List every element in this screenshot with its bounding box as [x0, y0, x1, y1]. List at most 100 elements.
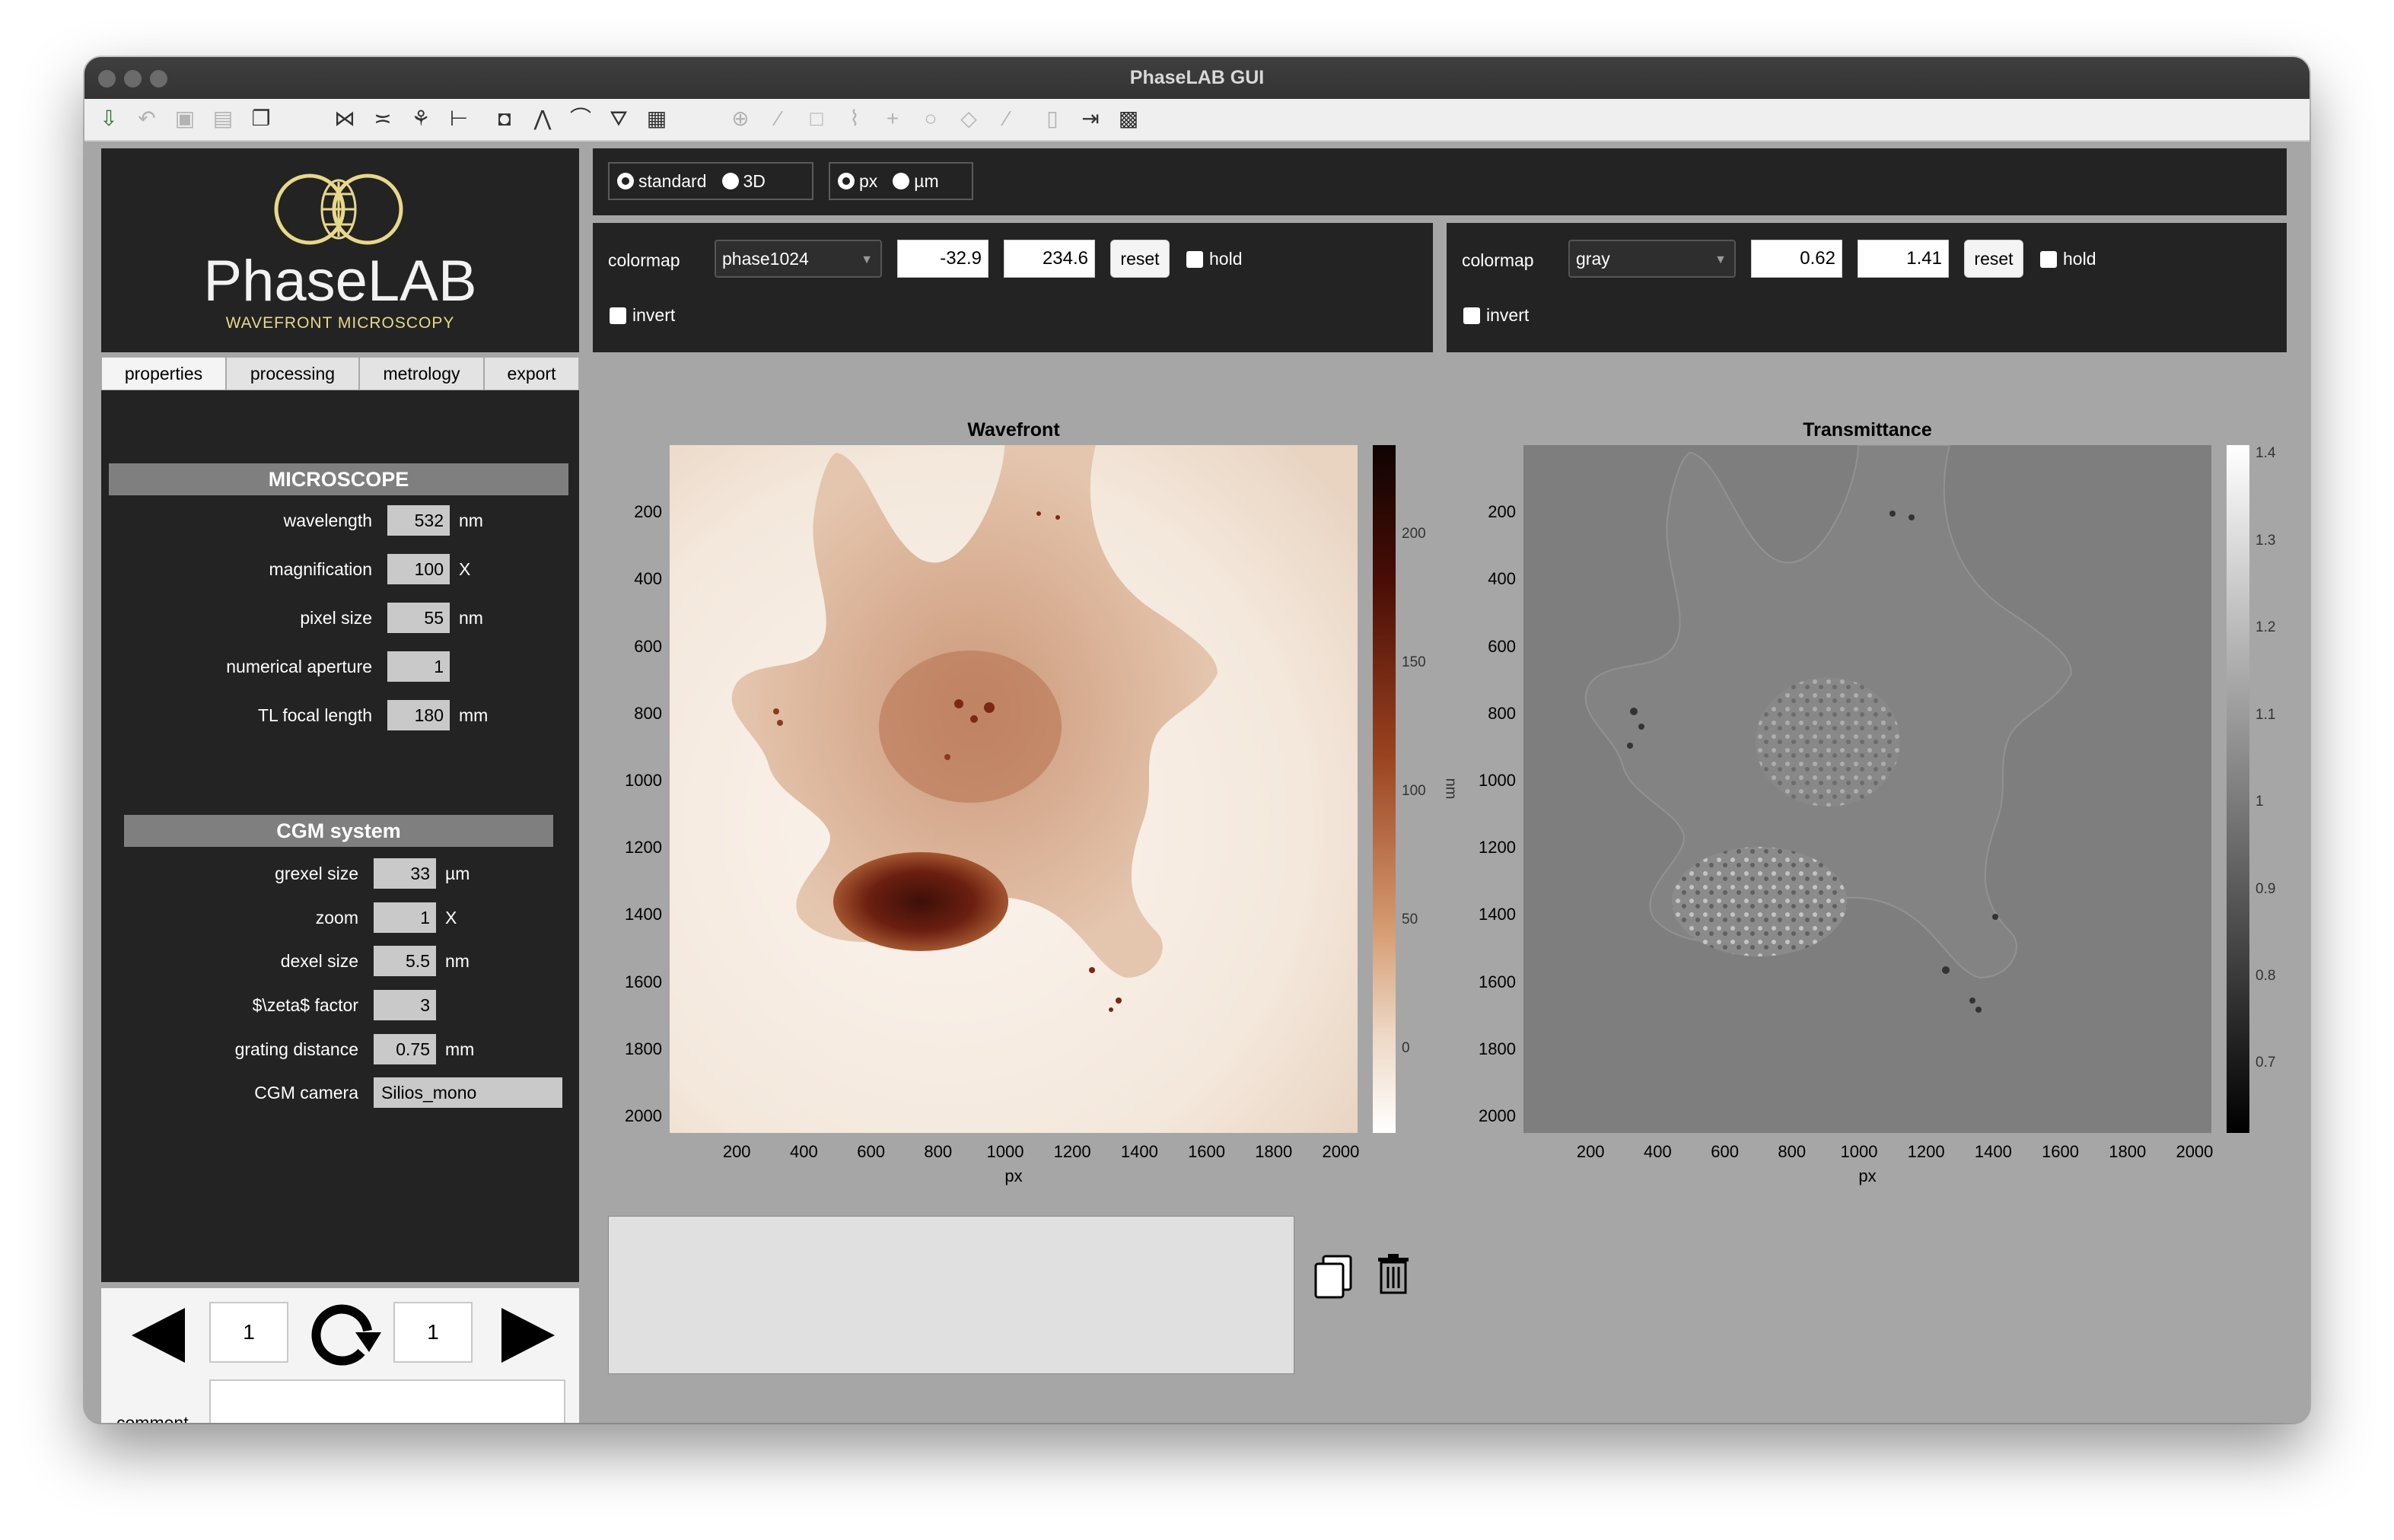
grating-label: grating distance	[234, 1039, 358, 1059]
crosshair-icon[interactable]: ⊕	[727, 105, 754, 132]
logo-name: PhaseLAB	[203, 249, 476, 313]
wavefront-y-tick: 800	[634, 703, 662, 723]
radio-um-dot	[893, 173, 910, 189]
save-icon[interactable]: ▣	[171, 105, 199, 132]
transmittance-hold-box	[2040, 250, 2057, 268]
zoom-input[interactable]: 1	[374, 902, 436, 933]
tab-processing[interactable]: processing	[226, 357, 359, 390]
grexel-input[interactable]: 33	[374, 858, 436, 889]
wavefront-colormap-panel: colormap phase1024 ▼ -32.9 234.6 reset h…	[593, 223, 1433, 352]
polygon-icon[interactable]: ◇	[955, 105, 982, 132]
comment-label: comment	[116, 1413, 189, 1423]
wavefront-invert-checkbox[interactable]: invert	[610, 305, 675, 326]
pixel-size-unit: nm	[459, 607, 483, 628]
log-text-area[interactable]	[608, 1216, 1294, 1374]
trash-icon[interactable]	[1377, 1253, 1410, 1294]
wavefront-colorbar-label: nm	[1442, 778, 1460, 800]
radio-3d[interactable]: 3D	[721, 171, 766, 192]
magnification-input[interactable]: 100	[387, 554, 450, 584]
wavefront-colormap-select[interactable]: phase1024 ▼	[715, 240, 882, 278]
pixel-size-input[interactable]: 55	[387, 603, 450, 633]
crop-icon[interactable]: ⋈	[331, 105, 358, 132]
wavefront-y-tick: 2000	[625, 1106, 662, 1125]
transmittance-reset-button[interactable]: reset	[1964, 240, 2023, 278]
film-icon[interactable]: ▩	[1115, 105, 1142, 132]
maximize-window-button[interactable]	[150, 70, 167, 88]
import-icon[interactable]: ⇩	[95, 105, 123, 132]
camera-input[interactable]: Silios_mono	[374, 1077, 562, 1108]
transmittance-colormap-select[interactable]: gray ▼	[1568, 240, 1736, 278]
flip-icon[interactable]: ≍	[369, 105, 396, 132]
wavefront-min-input[interactable]: -32.9	[897, 240, 988, 278]
minimize-window-button[interactable]	[124, 70, 142, 88]
document-icon[interactable]: ▯	[1039, 105, 1066, 132]
polyline-icon[interactable]: ⌇	[841, 105, 868, 132]
magnification-row: magnification 100 X	[101, 553, 579, 585]
next-arrow-icon[interactable]	[500, 1306, 556, 1364]
wavefront-max-input[interactable]: 234.6	[1004, 240, 1095, 278]
save-all-icon[interactable]: ▤	[209, 105, 237, 132]
focal-length-input[interactable]: 180	[387, 700, 450, 730]
wavefront-y-tick: 1200	[625, 838, 662, 858]
tab-properties[interactable]: properties	[101, 357, 226, 390]
transmittance-y-tick: 200	[1488, 502, 1516, 522]
copy-icon[interactable]	[1313, 1253, 1355, 1300]
wavefront-image[interactable]	[670, 445, 1358, 1133]
analyze-icon[interactable]: ⚘	[407, 105, 435, 132]
tab-export[interactable]: export	[484, 357, 579, 390]
microscope-header: MICROSCOPE	[109, 463, 568, 495]
wavefront-colorbar-tick: 0	[1402, 1039, 1410, 1056]
transmittance-image[interactable]	[1523, 445, 2211, 1133]
plus-icon[interactable]: +	[879, 105, 906, 132]
wavefront-colorbar-tick: 100	[1402, 782, 1426, 799]
frame-icon[interactable]: ◘	[491, 105, 518, 132]
tab-metrology[interactable]: metrology	[359, 357, 484, 390]
filter-icon[interactable]: ⛛	[605, 105, 632, 132]
radio-standard[interactable]: standard	[617, 171, 707, 192]
rotate-icon[interactable]	[308, 1302, 384, 1370]
numerical-aperture-row: numerical aperture 1	[101, 651, 579, 682]
copy-icon[interactable]: ❐	[247, 105, 275, 132]
right-index-input[interactable]: 1	[393, 1302, 473, 1363]
focal-length-label: TL focal length	[257, 705, 372, 725]
zeta-input[interactable]: 3	[374, 990, 436, 1020]
wavefront-hold-checkbox[interactable]: hold	[1186, 249, 1242, 269]
transmittance-min-input[interactable]: 0.62	[1751, 240, 1842, 278]
undo-icon[interactable]: ↶	[133, 105, 161, 132]
transmittance-hold-checkbox[interactable]: hold	[2040, 249, 2096, 269]
previous-arrow-icon[interactable]	[130, 1306, 186, 1364]
grexel-label: grexel size	[275, 863, 358, 883]
wavefront-reset-button[interactable]: reset	[1110, 240, 1170, 278]
wavefront-hold-box	[1186, 250, 1203, 268]
camera-label: CGM camera	[254, 1082, 358, 1102]
curve-icon[interactable]: ⌒	[567, 105, 594, 132]
transmittance-max-input[interactable]: 1.41	[1858, 240, 1949, 278]
peak-icon[interactable]: ⋀	[529, 105, 556, 132]
numerical-aperture-input[interactable]: 1	[387, 651, 450, 682]
radio-um[interactable]: µm	[893, 171, 939, 192]
rectangle-icon[interactable]: □	[803, 105, 830, 132]
transmittance-x-tick: 400	[1644, 1142, 1672, 1161]
axis-icon[interactable]: ⊢	[445, 105, 473, 132]
focal-length-unit: mm	[459, 705, 489, 725]
dexel-label: dexel size	[280, 950, 358, 971]
left-index-input[interactable]: 1	[209, 1302, 288, 1363]
transmittance-y-tick: 1200	[1479, 838, 1516, 858]
radio-px[interactable]: px	[838, 171, 877, 192]
transmittance-colormap-label: colormap	[1462, 250, 1534, 270]
wand-icon[interactable]: ⁄	[993, 105, 1020, 132]
wavelength-input[interactable]: 532	[387, 505, 450, 536]
close-window-button[interactable]	[98, 70, 116, 88]
wavefront-x-tick: 2000	[1322, 1142, 1360, 1161]
grating-row: grating distance 0.75 mm	[101, 1033, 579, 1065]
comment-input[interactable]	[209, 1379, 565, 1423]
wavefront-invert-label: invert	[632, 305, 676, 325]
line-icon[interactable]: ⁄	[765, 105, 792, 132]
export-icon[interactable]: ⇥	[1077, 105, 1104, 132]
magnification-unit: X	[459, 558, 471, 579]
transmittance-invert-checkbox[interactable]: invert	[1463, 305, 1529, 326]
dexel-input[interactable]: 5.5	[374, 946, 436, 976]
grid-icon[interactable]: ▦	[643, 105, 670, 132]
circle-icon[interactable]: ○	[917, 105, 944, 132]
grating-input[interactable]: 0.75	[374, 1034, 436, 1064]
